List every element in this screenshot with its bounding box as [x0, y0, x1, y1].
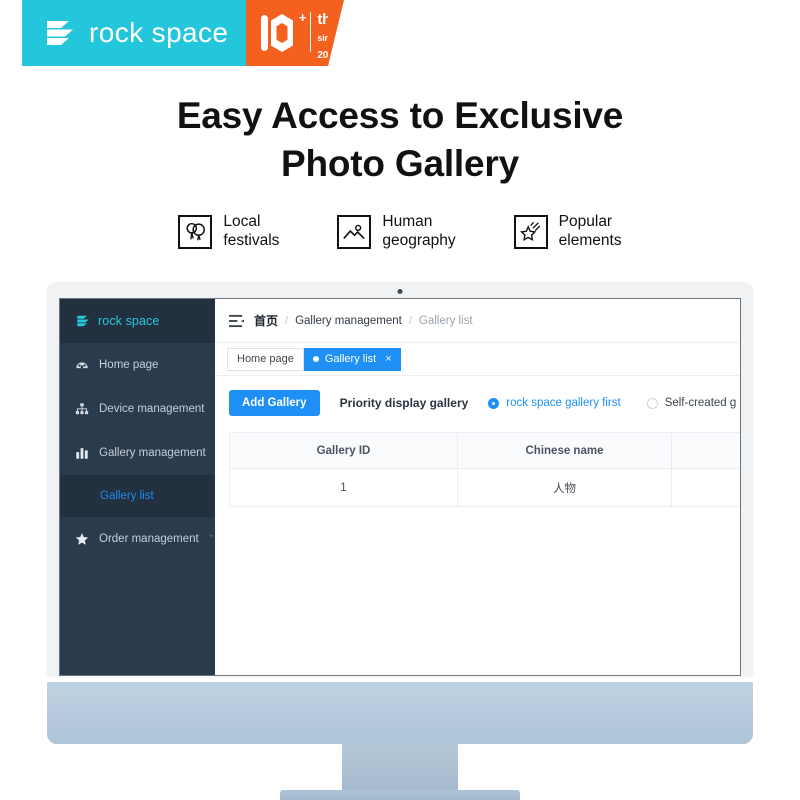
- feature-local-festivals: Local festivals: [178, 213, 279, 251]
- feature-list: Local festivals Human geography Popular …: [0, 213, 800, 251]
- sidebar-subitem-label: Gallery list: [100, 490, 154, 502]
- tab-home-page[interactable]: Home page: [227, 347, 304, 371]
- tab-bar: Home page Gallery list ×: [215, 343, 740, 376]
- table-header-extra: [672, 433, 740, 469]
- feature-label-line2: elements: [558, 231, 622, 249]
- sidebar-item-label: Gallery management: [99, 447, 206, 459]
- anniversary-year: 2009: [317, 49, 339, 61]
- headline-line-2: Photo Gallery: [281, 143, 519, 185]
- anniversary-since-label: since: [317, 32, 340, 43]
- headline-line-1: Easy Access to Exclusive: [176, 95, 624, 136]
- feature-label-line2: festivals: [223, 231, 280, 249]
- breadcrumb-item-gallery-management[interactable]: Gallery management: [295, 315, 402, 327]
- anniversary-plus: +: [298, 10, 307, 25]
- monitor-stand-foot: [280, 790, 520, 800]
- tab-label: Home page: [237, 353, 294, 365]
- monitor-screen: rock space Home page Device management G…: [59, 298, 741, 676]
- anniversary-badge: + th since 2009: [246, 0, 345, 66]
- radio-self-created-gallery-first[interactable]: Self-created g: [646, 397, 737, 409]
- monitor-chin: [47, 682, 753, 744]
- radio-rock-space-gallery-first[interactable]: rock space gallery first: [488, 397, 621, 409]
- table-header-row: Gallery ID Chinese name: [230, 433, 740, 469]
- sidebar-logo[interactable]: rock space: [60, 299, 215, 343]
- anniversary-ordinal: th: [317, 11, 331, 28]
- marketing-banner-page: rock space + th since 2009 Easy Access t…: [0, 0, 800, 800]
- sidebar-item-label: Order management: [99, 533, 199, 545]
- close-icon[interactable]: ×: [385, 353, 391, 365]
- sidebar-item-gallery-list[interactable]: Gallery list: [60, 475, 215, 517]
- feature-popular-elements: Popular elements: [513, 213, 622, 251]
- radio-unselected-icon: [646, 397, 658, 409]
- table-row[interactable]: 1 人物: [230, 469, 740, 507]
- rockspace-logo-icon: [44, 18, 78, 48]
- tab-active-dot-icon: [312, 356, 319, 362]
- balloons-icon: [178, 214, 213, 249]
- table-cell-chinese-name: 人物: [458, 469, 672, 507]
- breadcrumb-bar: 首页 / Gallery management / Gallery list: [215, 299, 740, 343]
- sidebar-item-device-management[interactable]: Device management: [60, 387, 215, 431]
- anniversary-divider: [310, 12, 312, 52]
- star-icon: [75, 532, 89, 546]
- sidebar-item-label: Device management: [99, 403, 205, 415]
- app-main: 首页 / Gallery management / Gallery list H…: [215, 299, 740, 675]
- app-sidebar: rock space Home page Device management G…: [60, 299, 215, 675]
- breadcrumb-item-gallery-list: Gallery list: [418, 314, 473, 327]
- feature-human-geography: Human geography: [337, 213, 456, 251]
- priority-radio-group: rock space gallery first Self-created g: [488, 397, 736, 409]
- rockspace-logo-icon: [76, 314, 91, 328]
- chevron-down-icon: ˇ: [209, 534, 213, 544]
- brand-logo-block: rock space: [22, 0, 247, 66]
- add-gallery-button[interactable]: Add Gallery: [229, 390, 320, 416]
- table-cell-gallery-id: 1: [230, 469, 458, 507]
- brand-name: rock space: [89, 17, 229, 48]
- sidebar-item-gallery-management[interactable]: Gallery management: [60, 431, 215, 475]
- bar-chart-icon: [75, 446, 89, 460]
- feature-label: Human geography: [382, 213, 455, 251]
- feature-label-line1: Human: [382, 213, 433, 230]
- breadcrumb-separator: /: [408, 314, 412, 327]
- sidebar-item-order-management[interactable]: Order management ˇ: [60, 517, 215, 561]
- sidebar-logo-text: rock space: [98, 314, 160, 328]
- feature-label: Popular elements: [559, 213, 622, 251]
- monitor-stand-neck: [342, 744, 458, 790]
- breadcrumb: 首页 / Gallery management / Gallery list: [254, 312, 473, 329]
- priority-display-label: Priority display gallery: [339, 396, 469, 410]
- webcam-icon: [397, 289, 403, 294]
- sitemap-icon: [75, 402, 89, 416]
- brand-bar: rock space + th since 2009: [22, 0, 345, 66]
- breadcrumb-separator: /: [285, 314, 289, 327]
- tab-label: Gallery list: [324, 353, 377, 365]
- anniversary-number-icon: +: [260, 11, 306, 55]
- feature-label-line1: Local: [223, 213, 261, 230]
- image-photo-icon: [337, 214, 372, 249]
- feature-label-line1: Popular: [558, 213, 613, 230]
- feature-label-line2: geography: [382, 231, 456, 249]
- gallery-toolbar: Add Gallery Priority display gallery roc…: [229, 390, 740, 416]
- table-cell-extra: [672, 469, 740, 507]
- page-title: Easy Access to Exclusive Photo Gallery: [0, 92, 800, 188]
- sidebar-item-label: Home page: [99, 359, 159, 371]
- table-header-chinese-name: Chinese name: [458, 433, 672, 469]
- dashboard-gauge-icon: [75, 358, 89, 372]
- radio-label: Self-created g: [664, 397, 737, 409]
- tab-gallery-list[interactable]: Gallery list ×: [303, 347, 401, 371]
- collapse-menu-icon[interactable]: [229, 314, 244, 328]
- radio-label: rock space gallery first: [506, 397, 621, 409]
- feature-label: Local festivals: [223, 213, 279, 251]
- sidebar-item-home-page[interactable]: Home page: [60, 343, 215, 387]
- radio-selected-icon: [488, 397, 500, 409]
- monitor-mockup: rock space Home page Device management G…: [47, 282, 753, 800]
- table-header-gallery-id: Gallery ID: [230, 433, 458, 469]
- shooting-star-icon: [513, 214, 548, 249]
- main-content: Add Gallery Priority display gallery roc…: [215, 376, 740, 675]
- gallery-table: Gallery ID Chinese name 1 人物: [229, 432, 740, 507]
- breadcrumb-item-home[interactable]: 首页: [254, 312, 278, 329]
- monitor-bezel: rock space Home page Device management G…: [47, 282, 753, 676]
